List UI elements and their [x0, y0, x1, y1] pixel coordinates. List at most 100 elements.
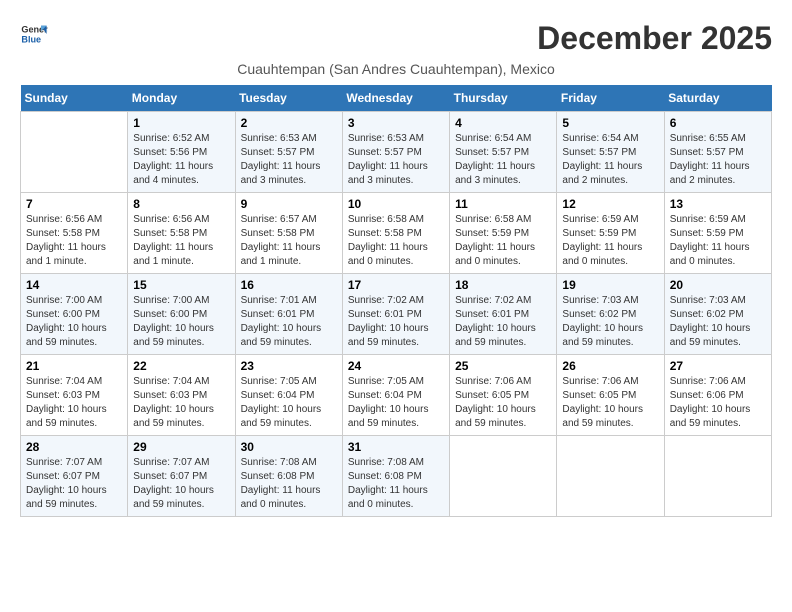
day-number: 16: [241, 278, 337, 292]
header-day-friday: Friday: [557, 85, 664, 112]
day-info: Sunrise: 7:06 AMSunset: 6:06 PMDaylight:…: [670, 375, 766, 431]
day-number: 20: [670, 278, 766, 292]
calendar-cell: [21, 112, 128, 193]
day-info: Sunrise: 6:53 AMSunset: 5:57 PMDaylight:…: [348, 132, 444, 188]
calendar-cell: 17 Sunrise: 7:02 AMSunset: 6:01 PMDayligh…: [342, 274, 449, 355]
calendar-cell: 26 Sunrise: 7:06 AMSunset: 6:05 PMDayligh…: [557, 355, 664, 436]
day-number: 7: [26, 197, 122, 211]
day-number: 8: [133, 197, 229, 211]
day-info: Sunrise: 6:59 AMSunset: 5:59 PMDaylight:…: [670, 213, 766, 269]
calendar-week-row: 7 Sunrise: 6:56 AMSunset: 5:58 PMDaylight…: [21, 193, 772, 274]
calendar-week-row: 28Sunrise: 7:07 AMSunset: 6:07 PMDayligh…: [21, 436, 772, 517]
day-info: Sunrise: 6:54 AMSunset: 5:57 PMDaylight:…: [455, 132, 551, 188]
calendar-cell: 5 Sunrise: 6:54 AMSunset: 5:57 PMDaylight…: [557, 112, 664, 193]
day-info: Sunrise: 6:56 AMSunset: 5:58 PMDaylight:…: [26, 213, 122, 269]
calendar-cell: [664, 436, 771, 517]
day-number: 18: [455, 278, 551, 292]
calendar-header-row: SundayMondayTuesdayWednesdayThursdayFrid…: [21, 85, 772, 112]
day-info: Sunrise: 7:05 AMSunset: 6:04 PMDaylight:…: [241, 375, 337, 431]
calendar-week-row: 21 Sunrise: 7:04 AMSunset: 6:03 PMDayligh…: [21, 355, 772, 436]
day-info: Sunrise: 7:03 AMSunset: 6:02 PMDaylight:…: [562, 294, 658, 350]
calendar-cell: 15 Sunrise: 7:00 AMSunset: 6:00 PMDayligh…: [128, 274, 235, 355]
day-info: Sunrise: 7:06 AMSunset: 6:05 PMDaylight:…: [562, 375, 658, 431]
calendar-cell: 8 Sunrise: 6:56 AMSunset: 5:58 PMDaylight…: [128, 193, 235, 274]
day-info: Sunrise: 6:55 AMSunset: 5:57 PMDaylight:…: [670, 132, 766, 188]
calendar-cell: 29 Sunrise: 7:07 AMSunset: 6:07 PMDayligh…: [128, 436, 235, 517]
day-number: 24: [348, 359, 444, 373]
day-info: Sunrise: 7:07 AMSunset: 6:07 PMDaylight:…: [133, 456, 229, 512]
day-number: 14: [26, 278, 122, 292]
header-day-wednesday: Wednesday: [342, 85, 449, 112]
day-number: 27: [670, 359, 766, 373]
day-info: Sunrise: 7:04 AMSunset: 6:03 PMDaylight:…: [133, 375, 229, 431]
logo-icon: General Blue: [20, 20, 48, 48]
day-number: 11: [455, 197, 551, 211]
day-info: Sunrise: 7:07 AMSunset: 6:07 PMDaylight:…: [26, 456, 122, 512]
header: General Blue December 2025: [20, 20, 772, 57]
day-info: Sunrise: 6:52 AMSunset: 5:56 PMDaylight:…: [133, 132, 229, 188]
calendar-cell: 19 Sunrise: 7:03 AMSunset: 6:02 PMDayligh…: [557, 274, 664, 355]
header-day-saturday: Saturday: [664, 85, 771, 112]
calendar-cell: 18 Sunrise: 7:02 AMSunset: 6:01 PMDayligh…: [450, 274, 557, 355]
day-info: Sunrise: 7:00 AMSunset: 6:00 PMDaylight:…: [26, 294, 122, 350]
header-day-thursday: Thursday: [450, 85, 557, 112]
day-info: Sunrise: 6:59 AMSunset: 5:59 PMDaylight:…: [562, 213, 658, 269]
day-info: Sunrise: 6:57 AMSunset: 5:58 PMDaylight:…: [241, 213, 337, 269]
calendar-cell: 23Sunrise: 7:05 AMSunset: 6:04 PMDayligh…: [235, 355, 342, 436]
calendar-cell: 11 Sunrise: 6:58 AMSunset: 5:59 PMDayligh…: [450, 193, 557, 274]
header-day-sunday: Sunday: [21, 85, 128, 112]
day-number: 17: [348, 278, 444, 292]
day-info: Sunrise: 7:01 AMSunset: 6:01 PMDaylight:…: [241, 294, 337, 350]
day-number: 30: [241, 440, 337, 454]
calendar-cell: 30Sunrise: 7:08 AMSunset: 6:08 PMDayligh…: [235, 436, 342, 517]
calendar-cell: 13 Sunrise: 6:59 AMSunset: 5:59 PMDayligh…: [664, 193, 771, 274]
day-number: 5: [562, 116, 658, 130]
day-number: 4: [455, 116, 551, 130]
day-info: Sunrise: 7:00 AMSunset: 6:00 PMDaylight:…: [133, 294, 229, 350]
calendar-cell: 12Sunrise: 6:59 AMSunset: 5:59 PMDayligh…: [557, 193, 664, 274]
day-info: Sunrise: 6:58 AMSunset: 5:59 PMDaylight:…: [455, 213, 551, 269]
calendar-cell: 22 Sunrise: 7:04 AMSunset: 6:03 PMDayligh…: [128, 355, 235, 436]
calendar-cell: 4 Sunrise: 6:54 AMSunset: 5:57 PMDaylight…: [450, 112, 557, 193]
day-number: 6: [670, 116, 766, 130]
day-number: 9: [241, 197, 337, 211]
calendar-cell: 2Sunrise: 6:53 AMSunset: 5:57 PMDaylight…: [235, 112, 342, 193]
calendar-cell: 14 Sunrise: 7:00 AMSunset: 6:00 PMDayligh…: [21, 274, 128, 355]
calendar-cell: [557, 436, 664, 517]
calendar-table: SundayMondayTuesdayWednesdayThursdayFrid…: [20, 85, 772, 517]
day-number: 26: [562, 359, 658, 373]
calendar-cell: 3Sunrise: 6:53 AMSunset: 5:57 PMDaylight…: [342, 112, 449, 193]
calendar-cell: 24Sunrise: 7:05 AMSunset: 6:04 PMDayligh…: [342, 355, 449, 436]
calendar-cell: 7 Sunrise: 6:56 AMSunset: 5:58 PMDaylight…: [21, 193, 128, 274]
header-day-monday: Monday: [128, 85, 235, 112]
logo: General Blue: [20, 20, 48, 48]
calendar-cell: 31 Sunrise: 7:08 AMSunset: 6:08 PMDayligh…: [342, 436, 449, 517]
calendar-week-row: 14 Sunrise: 7:00 AMSunset: 6:00 PMDayligh…: [21, 274, 772, 355]
day-number: 13: [670, 197, 766, 211]
calendar-cell: 21Sunrise: 7:04 AMSunset: 6:03 PMDayligh…: [21, 355, 128, 436]
day-info: Sunrise: 7:02 AMSunset: 6:01 PMDaylight:…: [348, 294, 444, 350]
day-number: 29: [133, 440, 229, 454]
day-info: Sunrise: 7:06 AMSunset: 6:05 PMDaylight:…: [455, 375, 551, 431]
calendar-cell: 10Sunrise: 6:58 AMSunset: 5:58 PMDayligh…: [342, 193, 449, 274]
header-day-tuesday: Tuesday: [235, 85, 342, 112]
main-title: December 2025: [537, 20, 772, 57]
day-info: Sunrise: 7:08 AMSunset: 6:08 PMDaylight:…: [348, 456, 444, 512]
day-info: Sunrise: 6:54 AMSunset: 5:57 PMDaylight:…: [562, 132, 658, 188]
day-number: 15: [133, 278, 229, 292]
calendar-cell: [450, 436, 557, 517]
calendar-cell: 6 Sunrise: 6:55 AMSunset: 5:57 PMDaylight…: [664, 112, 771, 193]
day-info: Sunrise: 6:56 AMSunset: 5:58 PMDaylight:…: [133, 213, 229, 269]
calendar-cell: 9 Sunrise: 6:57 AMSunset: 5:58 PMDaylight…: [235, 193, 342, 274]
day-info: Sunrise: 7:02 AMSunset: 6:01 PMDaylight:…: [455, 294, 551, 350]
subtitle: Cuauhtempan (San Andres Cuauhtempan), Me…: [20, 61, 772, 77]
calendar-cell: 1Sunrise: 6:52 AMSunset: 5:56 PMDaylight…: [128, 112, 235, 193]
day-number: 21: [26, 359, 122, 373]
calendar-cell: 25Sunrise: 7:06 AMSunset: 6:05 PMDayligh…: [450, 355, 557, 436]
day-number: 31: [348, 440, 444, 454]
title-section: December 2025: [537, 20, 772, 57]
day-info: Sunrise: 7:03 AMSunset: 6:02 PMDaylight:…: [670, 294, 766, 350]
calendar-cell: 20 Sunrise: 7:03 AMSunset: 6:02 PMDayligh…: [664, 274, 771, 355]
day-number: 19: [562, 278, 658, 292]
day-number: 22: [133, 359, 229, 373]
